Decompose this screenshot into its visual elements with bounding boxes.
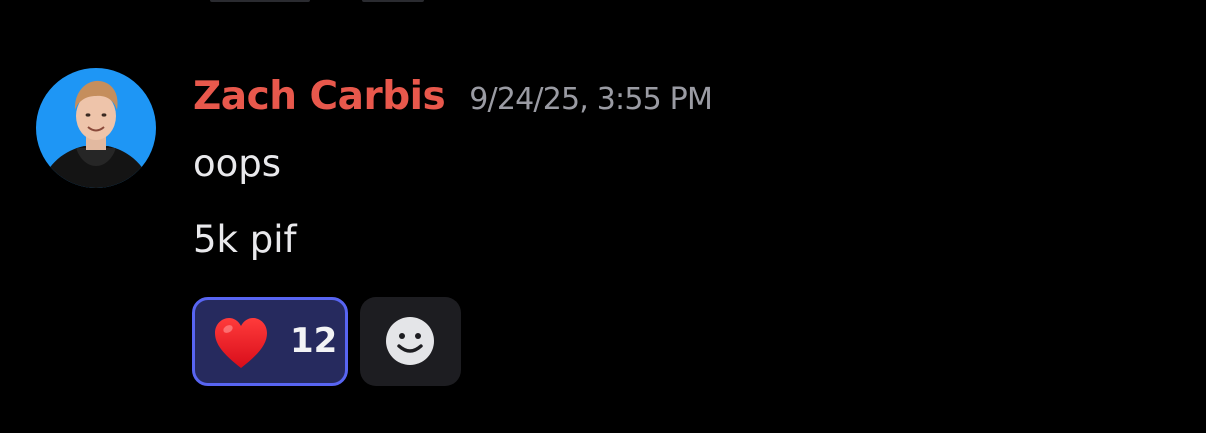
message-header: Zach Carbis 9/24/25, 3:55 PM <box>193 74 713 130</box>
avatar-image <box>36 68 156 188</box>
avatar[interactable] <box>36 68 156 188</box>
message-timestamp: 9/24/25, 3:55 PM <box>469 82 713 117</box>
heart-reaction-button[interactable]: 12 <box>192 297 348 386</box>
add-reaction-button[interactable] <box>360 297 461 386</box>
heart-icon <box>215 318 267 368</box>
reaction-count: 12 <box>290 321 338 361</box>
message-text: oops <box>193 142 282 185</box>
smiley-face-icon <box>386 317 434 365</box>
message-text: 5k pif <box>193 218 297 261</box>
previous-message-fragment <box>362 0 424 2</box>
username[interactable]: Zach Carbis <box>193 74 446 119</box>
previous-message-fragment <box>210 0 310 2</box>
